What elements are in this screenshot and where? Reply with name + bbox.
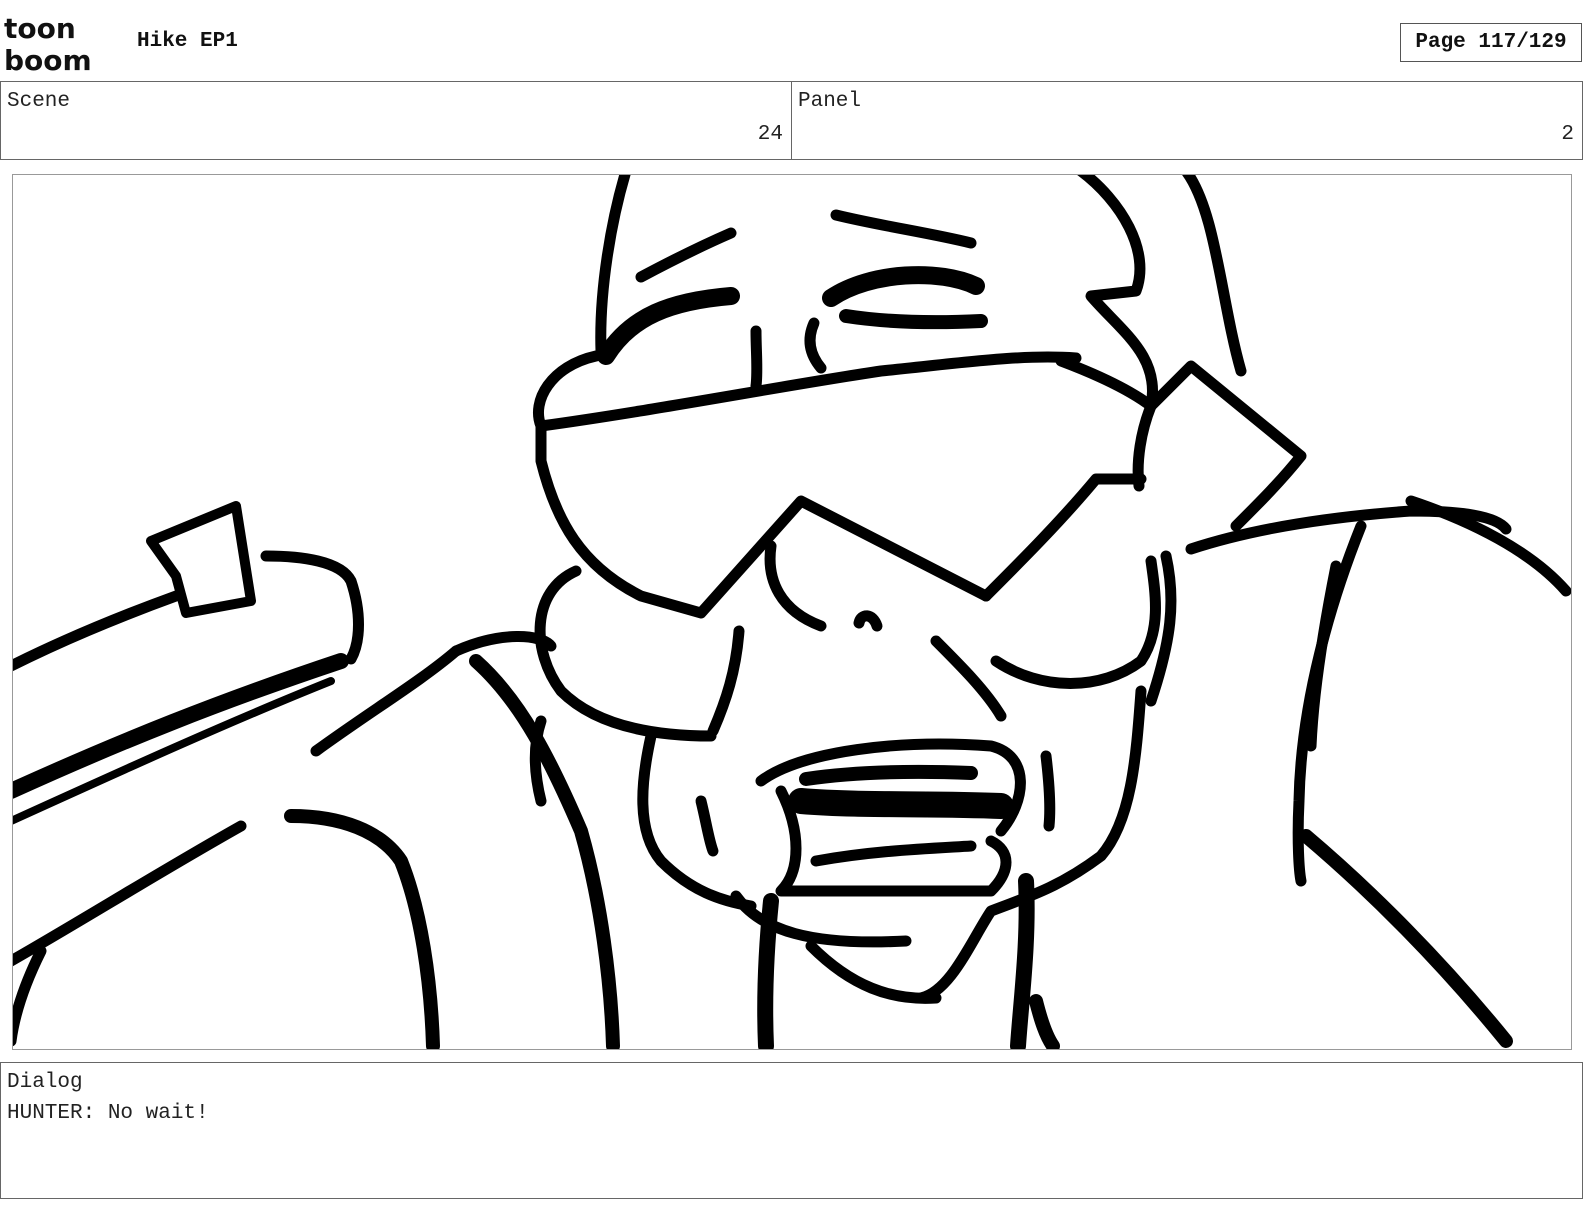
panel-value: 2 bbox=[1561, 123, 1574, 146]
project-title: Hike EP1 bbox=[137, 30, 238, 53]
scene-cell: Scene 24 bbox=[1, 82, 791, 159]
dialog-text: HUNTER: No wait! bbox=[7, 1102, 209, 1125]
page-indicator: Page 117/129 bbox=[1400, 23, 1582, 62]
scene-panel-row: Scene 24 Panel 2 bbox=[0, 81, 1583, 160]
logo-line-2: boom bbox=[4, 44, 92, 74]
dialog-label: Dialog bbox=[7, 1071, 83, 1094]
panel-cell: Panel 2 bbox=[791, 82, 1582, 159]
scene-label: Scene bbox=[7, 90, 71, 113]
storyboard-sketch bbox=[13, 175, 1571, 1049]
dialog-box: Dialog HUNTER: No wait! bbox=[0, 1062, 1583, 1199]
storyboard-frame bbox=[12, 174, 1572, 1050]
panel-label: Panel bbox=[798, 90, 862, 113]
logo-line-1: toon bbox=[4, 14, 76, 45]
toon-boom-logo: toon boom bbox=[4, 14, 92, 74]
scene-value: 24 bbox=[757, 123, 783, 146]
